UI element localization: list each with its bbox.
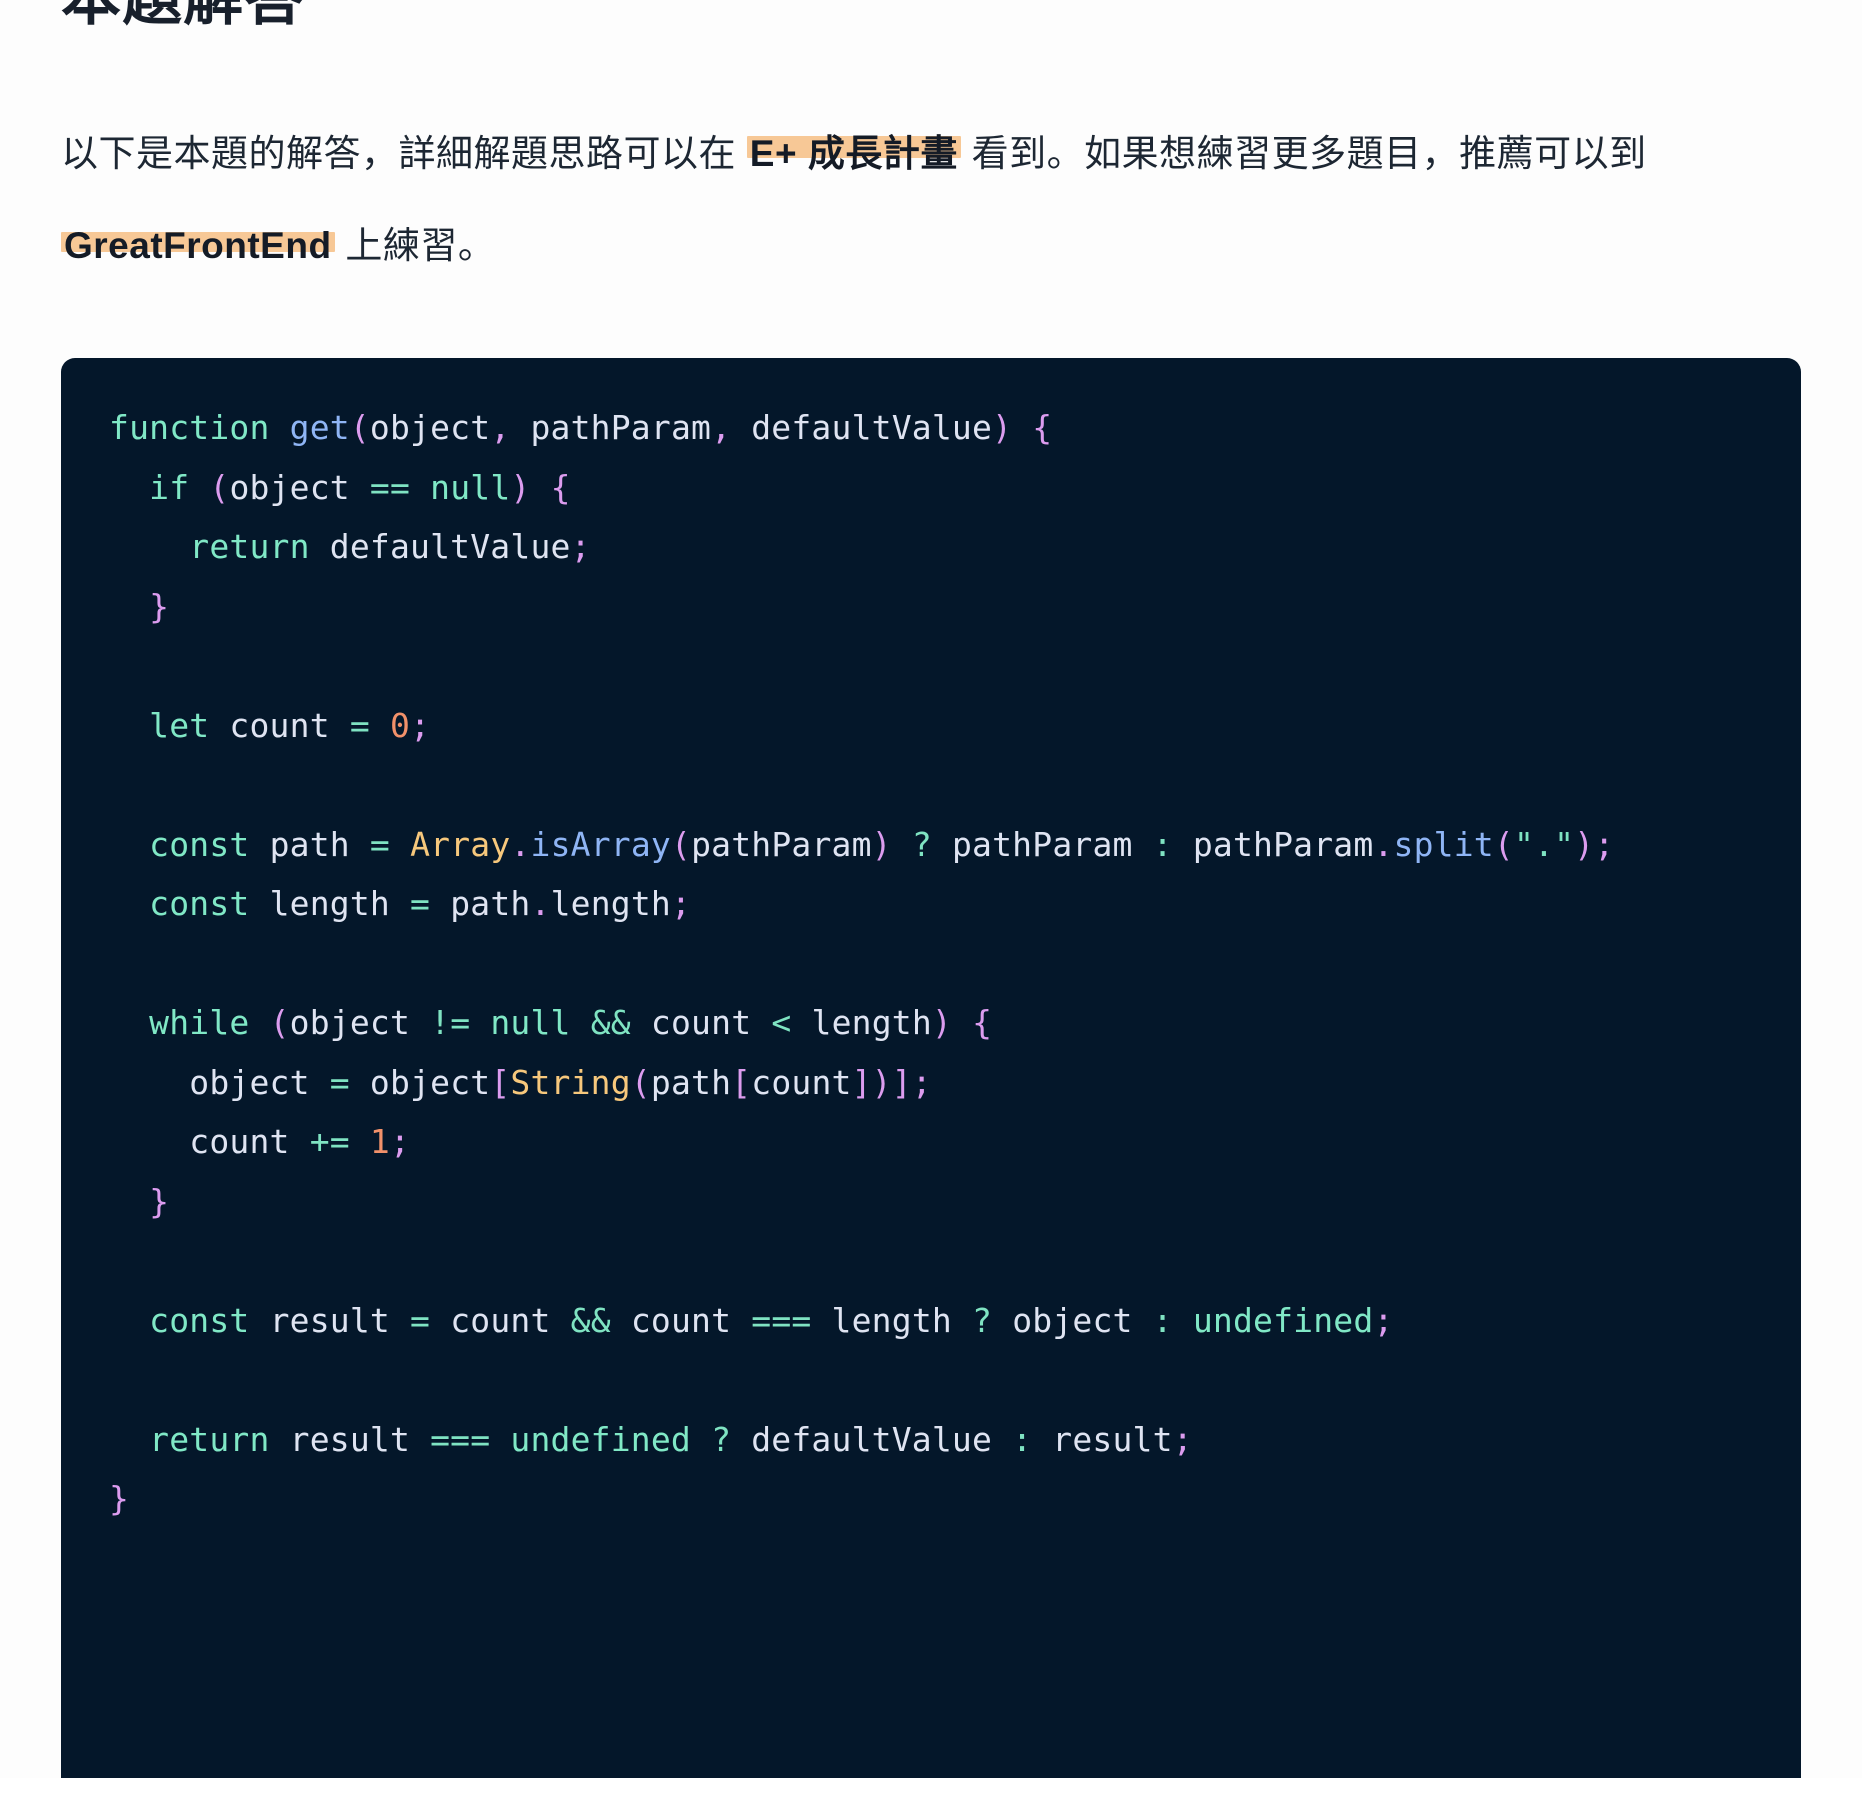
page-title: 本題解答 <box>61 0 305 39</box>
article-content: 本題解答 以下是本題的解答，詳細解題思路可以在 E+ 成長計畫 看到。如果想練習… <box>0 0 1862 1778</box>
intro-text-part-2: 看到。如果想練習更多題目，推薦可以到 <box>960 133 1647 174</box>
intro-text-part-1: 以下是本題的解答，詳細解題思路可以在 <box>61 133 747 174</box>
code-block: function get(object, pathParam, defaultV… <box>61 358 1801 1778</box>
code-javascript: function get(object, pathParam, defaultV… <box>109 408 1615 1518</box>
link-greatfrontend[interactable]: GreatFrontEnd <box>61 225 335 266</box>
code-content[interactable]: function get(object, pathParam, defaultV… <box>61 398 1801 1529</box>
intro-text-part-3: 上練習。 <box>334 225 496 266</box>
link-eplus-growth-plan[interactable]: E+ 成長計畫 <box>747 133 961 174</box>
intro-paragraph: 以下是本題的解答，詳細解題思路可以在 E+ 成長計畫 看到。如果想練習更多題目，… <box>0 60 1862 292</box>
heading-container: 本題解答 <box>0 0 1862 60</box>
